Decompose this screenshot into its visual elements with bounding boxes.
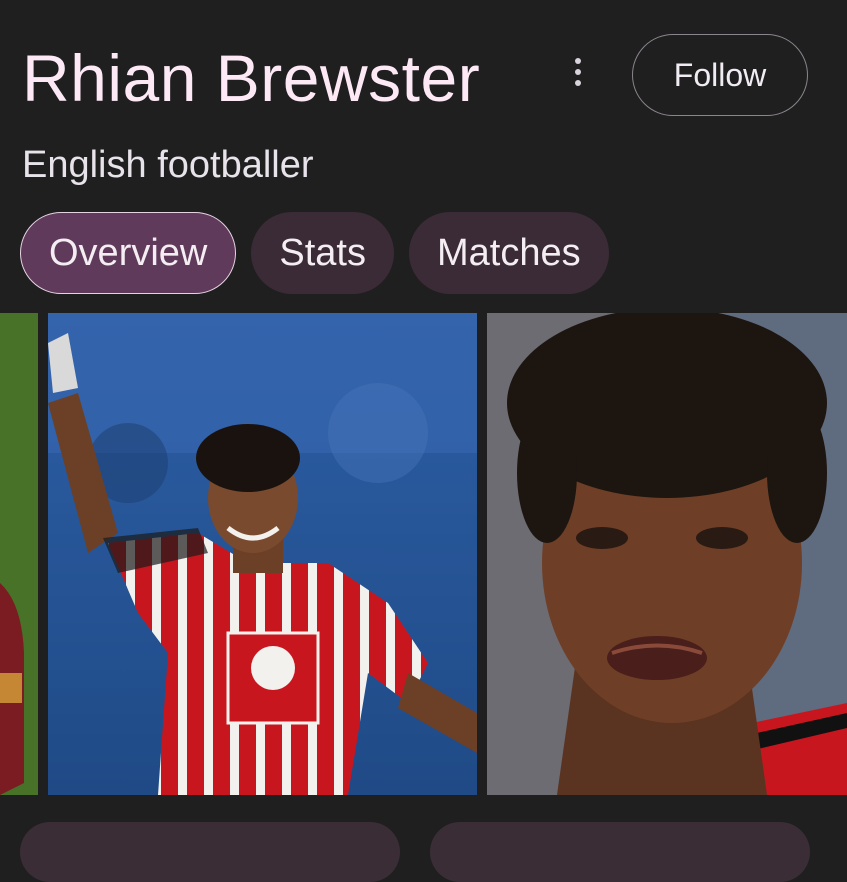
page-title: Rhian Brewster: [22, 41, 481, 115]
page-subtitle: English footballer: [22, 144, 314, 186]
image-carousel[interactable]: [0, 313, 847, 795]
player-image-celebrating[interactable]: [48, 313, 477, 795]
tab-matches[interactable]: Matches: [408, 212, 609, 294]
player-image-portrait[interactable]: [487, 313, 847, 795]
bottom-card-2[interactable]: [430, 822, 810, 882]
more-dot: [575, 58, 581, 64]
tab-overview[interactable]: Overview: [20, 212, 237, 294]
bottom-card-1[interactable]: [20, 822, 400, 882]
player-image-partial[interactable]: [0, 313, 38, 795]
more-dot: [575, 80, 581, 86]
more-vert-icon[interactable]: [560, 54, 596, 90]
tab-stats[interactable]: Stats: [251, 212, 394, 294]
follow-button[interactable]: Follow: [632, 34, 808, 116]
tab-bar: Overview Stats Matches: [20, 212, 609, 294]
more-dot: [575, 69, 581, 75]
